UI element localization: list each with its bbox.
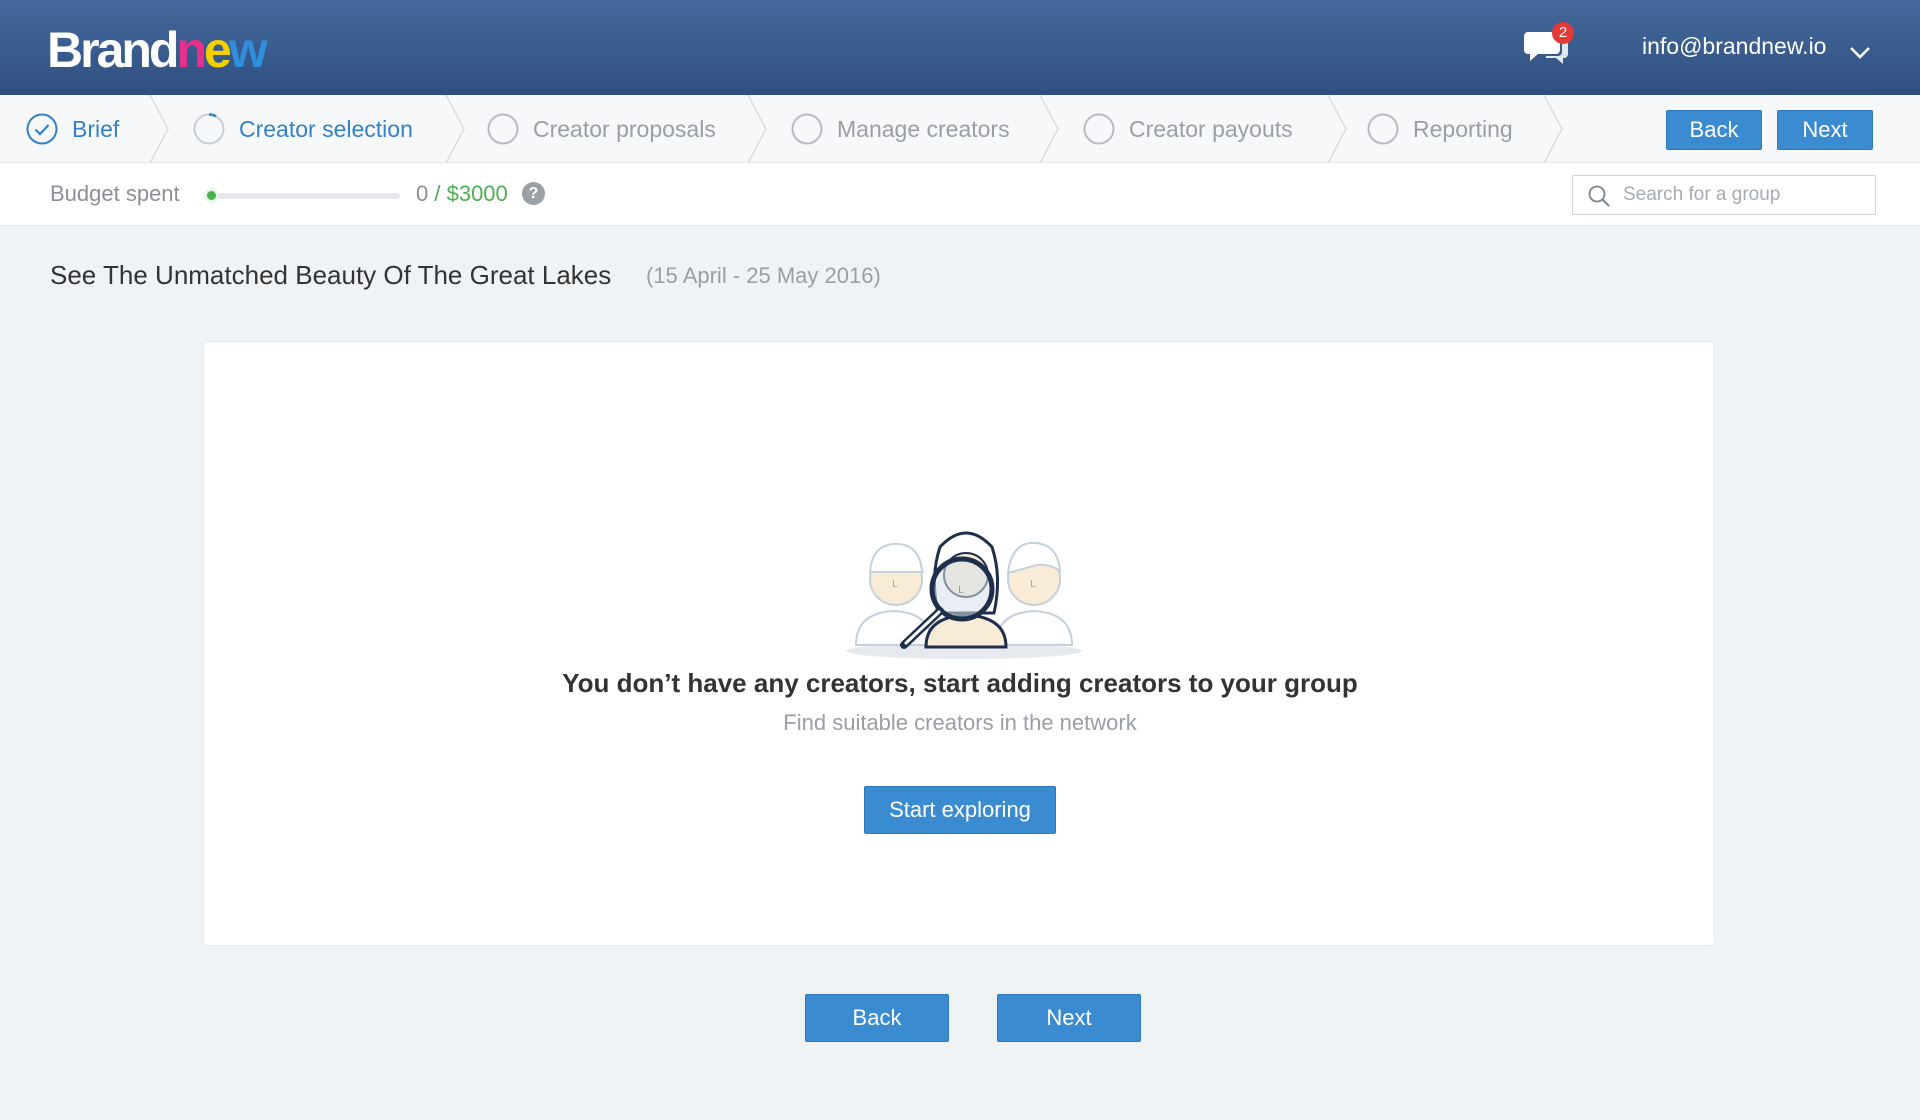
step-label: Brief bbox=[72, 115, 120, 142]
brand-logo[interactable]: Brandnew bbox=[47, 20, 268, 80]
check-circle-icon bbox=[26, 113, 58, 145]
step-brief[interactable]: Brief bbox=[26, 95, 119, 163]
step-label: Creator payouts bbox=[1129, 115, 1293, 142]
step-reporting[interactable]: Reporting bbox=[1367, 95, 1513, 163]
budget-value: 0 / $3000 bbox=[416, 181, 508, 207]
budget-separator: / bbox=[428, 181, 447, 206]
group-search bbox=[1572, 175, 1876, 215]
empty-circle-icon bbox=[1367, 113, 1399, 145]
creators-search-illustration: L L L bbox=[846, 531, 1082, 659]
back-button[interactable]: Back bbox=[1666, 110, 1762, 150]
campaign-dates: (15 April - 25 May 2016) bbox=[646, 263, 881, 288]
empty-state-card: L L L You don’t have any creators, start… bbox=[203, 341, 1715, 946]
step-separator bbox=[1543, 95, 1563, 163]
steps-bar: Brief Creator selection Creator proposal… bbox=[0, 95, 1920, 163]
help-icon[interactable]: ? bbox=[522, 182, 545, 205]
step-creator-proposals[interactable]: Creator proposals bbox=[487, 95, 716, 163]
step-manage-creators[interactable]: Manage creators bbox=[791, 95, 1010, 163]
budget-label: Budget spent bbox=[50, 181, 180, 206]
logo-letter: e bbox=[204, 22, 232, 78]
svg-text:L: L bbox=[892, 579, 898, 590]
empty-circle-icon bbox=[791, 113, 823, 145]
search-icon bbox=[1588, 185, 1610, 207]
logo-letter: w bbox=[228, 22, 268, 78]
empty-state-title: You don’t have any creators, start addin… bbox=[562, 668, 1358, 698]
step-creator-selection[interactable]: Creator selection bbox=[193, 95, 413, 163]
footer-next-button[interactable]: Next bbox=[997, 994, 1141, 1042]
step-label: Creator proposals bbox=[533, 115, 716, 142]
chevron-down-icon[interactable] bbox=[1848, 40, 1872, 64]
empty-state-subtitle: Find suitable creators in the network bbox=[783, 710, 1137, 735]
user-email[interactable]: info@brandnew.io bbox=[1642, 33, 1826, 60]
budget-progress-handle bbox=[204, 188, 219, 203]
campaign-title: See The Unmatched Beauty Of The Great La… bbox=[50, 260, 612, 290]
step-separator bbox=[445, 95, 465, 163]
step-label: Reporting bbox=[1413, 115, 1513, 142]
logo-letter: n bbox=[176, 22, 206, 78]
budget-total: $3000 bbox=[446, 181, 508, 206]
empty-circle-icon bbox=[1083, 113, 1115, 145]
step-label: Manage creators bbox=[837, 115, 1010, 142]
budget-spent: 0 bbox=[416, 181, 429, 206]
logo-text: Brand bbox=[47, 22, 179, 78]
next-button[interactable]: Next bbox=[1777, 110, 1873, 150]
step-creator-payouts[interactable]: Creator payouts bbox=[1083, 95, 1293, 163]
notification-badge: 2 bbox=[1552, 22, 1574, 44]
empty-circle-icon bbox=[487, 113, 519, 145]
start-exploring-button[interactable]: Start exploring bbox=[864, 786, 1056, 834]
search-input[interactable] bbox=[1623, 176, 1869, 214]
step-separator bbox=[1327, 95, 1347, 163]
budget-progress bbox=[208, 193, 400, 199]
step-label: Creator selection bbox=[239, 115, 413, 142]
progress-circle-icon bbox=[193, 113, 225, 145]
step-separator bbox=[747, 95, 767, 163]
top-header: Brandnew 2 info@brandnew.io bbox=[0, 0, 1920, 95]
messages-button[interactable]: 2 bbox=[1524, 22, 1574, 68]
svg-text:L: L bbox=[958, 585, 964, 596]
step-separator bbox=[149, 95, 169, 163]
svg-text:L: L bbox=[1030, 579, 1036, 590]
step-separator bbox=[1039, 95, 1059, 163]
footer-back-button[interactable]: Back bbox=[805, 994, 949, 1042]
